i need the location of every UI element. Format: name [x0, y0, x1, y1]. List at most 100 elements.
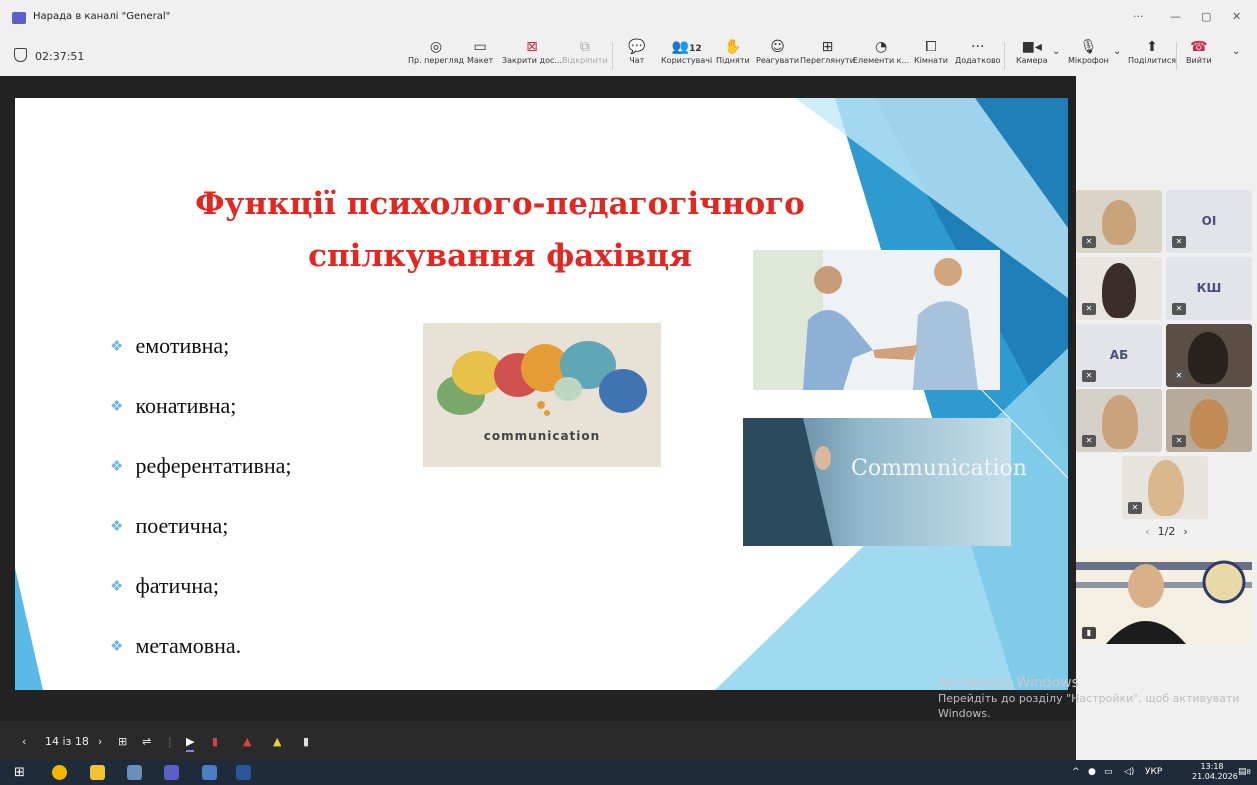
grid-icon: ⊞ — [821, 39, 834, 55]
title-bar: Нарада в каналі "General" ··· — ▢ ✕ — [0, 0, 1257, 36]
participant-video-tile[interactable]: ✕ — [1076, 257, 1162, 320]
minimize-icon[interactable]: — — [1170, 10, 1181, 23]
participant-photo — [1102, 263, 1136, 318]
participant-photo — [1102, 395, 1138, 449]
elements-button[interactable]: ◔ Елементи к... — [853, 38, 909, 74]
unpin-icon: ⧉ — [579, 39, 590, 55]
presenter-video-tile[interactable]: ▮ — [1076, 548, 1252, 644]
bullet-text: конативна; — [135, 393, 237, 418]
bullet-text: поетична; — [135, 513, 229, 538]
diamond-bullet-icon: ❖ — [110, 339, 124, 355]
diamond-bullet-icon: ❖ — [110, 459, 124, 475]
more-options-icon[interactable]: ··· — [1133, 10, 1144, 23]
participant-photo — [1148, 460, 1184, 516]
microphone-button[interactable]: 🎙 Мікрофон — [1068, 38, 1109, 74]
participant-video-tile[interactable]: ✕ — [1076, 389, 1162, 452]
communication-bubbles-image: communication — [423, 323, 661, 467]
participant-photo — [1190, 399, 1228, 449]
share-icon: ⬆ — [1146, 39, 1158, 55]
hand-icon: ✋ — [724, 39, 742, 55]
apps-icon: ◔ — [874, 39, 888, 55]
shared-content-stage: Функції психолого-педагогічного спілкува… — [0, 76, 1076, 764]
leave-button[interactable]: ☎ Вийти — [1186, 38, 1212, 74]
participant-video-tile[interactable]: ✕ — [1122, 456, 1208, 519]
highlighter-tool-icon[interactable]: ▲ — [273, 735, 281, 748]
timer-text: 02:37:51 — [35, 50, 85, 63]
toolbar-divider — [612, 42, 613, 70]
share-button[interactable]: ⬆ Поділитися — [1128, 38, 1176, 74]
bullet-text: емотивна; — [135, 333, 230, 358]
eraser-tool-icon[interactable]: ▮ — [303, 735, 309, 748]
handshake-illustration — [753, 250, 1000, 390]
preview-button[interactable]: ◎ Пр. перегляд — [408, 38, 464, 74]
diamond-bullet-icon: ❖ — [110, 639, 124, 655]
mic-muted-icon: ✕ — [1082, 435, 1096, 447]
eye-icon: ◎ — [429, 39, 443, 55]
diamond-bullet-icon: ❖ — [110, 399, 124, 415]
participant-tile[interactable]: КШ ✕ — [1166, 257, 1252, 320]
camera-button[interactable]: ■◂ Камера — [1016, 38, 1048, 74]
participant-video-tile[interactable]: ✕ — [1076, 190, 1162, 253]
react-button[interactable]: ☺ Реагувати — [756, 38, 799, 74]
network-icon[interactable]: ▭ — [1104, 767, 1113, 777]
layout-button[interactable]: ▭ Макет — [467, 38, 493, 74]
camera-icon: ■◂ — [1021, 39, 1042, 55]
notifications-icon[interactable]: ▤8 — [1238, 767, 1251, 777]
rooms-button[interactable]: ⧠ Кімнати — [914, 38, 948, 74]
raise-hand-button[interactable]: ✋ Підняти — [716, 38, 750, 74]
pen-tool-icon[interactable]: ▮ — [212, 735, 218, 748]
participant-video-tile[interactable]: ✕ — [1166, 324, 1252, 387]
participant-tile[interactable]: ОІ ✕ — [1166, 190, 1252, 253]
next-slide-button[interactable]: › — [98, 735, 102, 748]
teams-icon — [12, 12, 26, 24]
close-icon[interactable]: ✕ — [1232, 10, 1241, 23]
teams-taskbar-icon[interactable] — [164, 765, 179, 780]
rooms-label: Кімнати — [914, 56, 948, 65]
rooms-icon: ⧠ — [925, 39, 937, 55]
restore-icon[interactable]: ▢ — [1201, 10, 1211, 23]
app-icon[interactable] — [202, 765, 217, 780]
more-button[interactable]: ··· Додатково — [955, 38, 1001, 74]
communication-touchscreen-image: Communication — [743, 418, 1027, 546]
pointer-tool-icon[interactable]: ▶ — [186, 735, 195, 752]
users-button[interactable]: 👥12 Користувачі — [661, 38, 712, 74]
participant-tile[interactable]: АБ ✕ — [1076, 324, 1162, 387]
grid-view-icon[interactable]: ⊞ — [118, 735, 127, 748]
tray-mic-icon[interactable]: ● — [1088, 767, 1096, 777]
avatar-initials: АБ — [1109, 348, 1129, 362]
close-document-button[interactable]: ⊠ Закрити дос... — [502, 38, 562, 74]
view-label: Переглянути — [800, 56, 855, 65]
app-icon[interactable] — [127, 765, 142, 780]
mic-muted-icon: ✕ — [1172, 303, 1186, 315]
chrome-icon[interactable] — [52, 765, 67, 780]
start-icon[interactable]: ⊞ — [14, 765, 29, 780]
previous-page-icon[interactable]: ‹ — [1145, 525, 1149, 538]
close-square-icon: ⊠ — [526, 39, 538, 55]
leave-label: Вийти — [1186, 56, 1212, 65]
microphone-icon: 🎙 — [1079, 39, 1098, 55]
pager-text: 1/2 — [1157, 525, 1176, 538]
participants-gallery: ✕ ОІ ✕ ✕ КШ ✕ АБ ✕ ✕ ✕ ✕ ✕ — [1076, 76, 1257, 764]
people-icon: 👥12 — [671, 39, 702, 55]
clock-date: 21.04.2026 — [1192, 772, 1238, 781]
keyboard-language[interactable]: УКР — [1145, 767, 1162, 777]
file-explorer-icon[interactable] — [90, 765, 105, 780]
mic-muted-icon: ✕ — [1082, 303, 1096, 315]
layout-icon: ▭ — [473, 39, 487, 55]
tray-chevron-icon[interactable]: ^ — [1072, 767, 1080, 777]
view-button[interactable]: ⊞ Переглянути — [800, 38, 855, 74]
watermark-line1: Перейдіть до розділу "Настройки", щоб ак… — [938, 692, 1240, 705]
chat-button[interactable]: 💬 Чат — [628, 38, 645, 74]
participant-video-tile[interactable]: ✕ — [1166, 389, 1252, 452]
previous-slide-button[interactable]: ‹ — [22, 735, 26, 748]
gallery-pager: ‹ 1/2 › — [1076, 525, 1257, 538]
image-caption: communication — [483, 429, 601, 443]
unpin-button[interactable]: ⧉ Відкріпити — [562, 38, 608, 74]
clock[interactable]: 13:18 21.04.2026 — [1192, 762, 1238, 782]
bullet-text: фатична; — [135, 573, 220, 598]
volume-icon[interactable]: ◁) — [1124, 767, 1134, 777]
word-icon[interactable] — [236, 765, 251, 780]
next-page-icon[interactable]: › — [1183, 525, 1187, 538]
marker-tool-icon[interactable]: ▲ — [243, 735, 251, 748]
settings-sliders-icon[interactable]: ⇌ — [142, 735, 151, 748]
